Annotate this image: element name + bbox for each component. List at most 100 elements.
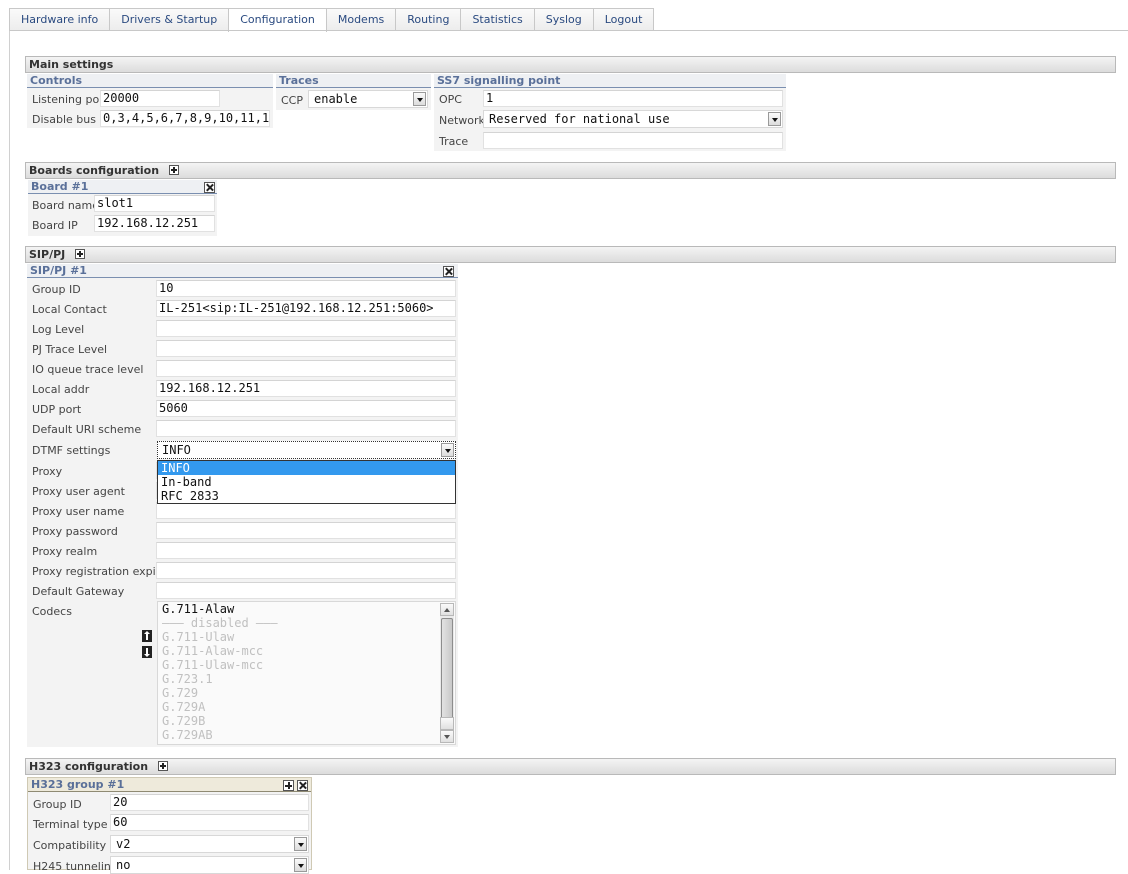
scroll-up-icon[interactable] [440, 603, 454, 616]
h323-group-id-label: Group ID [33, 798, 82, 811]
codec-item[interactable]: G.711-Ulaw [158, 630, 455, 644]
codec-item[interactable]: G.711-Ulaw-mcc [158, 658, 455, 672]
chevron-down-icon[interactable] [768, 112, 781, 126]
tab-modems[interactable]: Modems [325, 8, 397, 31]
h323-config-title: H323 configuration [29, 760, 149, 773]
scroll-down-icon[interactable] [440, 730, 454, 743]
board-1-group: Board #1 Board name slot1 Board IP 192.1… [28, 180, 217, 236]
local-addr-input[interactable]: 192.168.12.251 [156, 380, 456, 397]
network-select[interactable]: Reserved for national use [483, 110, 783, 128]
codec-item[interactable]: G.711-Alaw-mcc [158, 644, 455, 658]
compatibility-select[interactable]: v2 [110, 835, 309, 853]
sippj-1-title: SIP/PJ #1 [27, 264, 458, 278]
board-name-input[interactable]: slot1 [94, 195, 215, 212]
codecs-list[interactable]: G.711-Alaw ——— disabled ——— G.711-Ulaw G… [157, 601, 456, 745]
tab-syslog[interactable]: Syslog [533, 8, 594, 31]
ccp-value: enable [314, 92, 358, 106]
dtmf-option-info[interactable]: INFO [158, 461, 455, 475]
ss7-title: SS7 signalling point [434, 74, 786, 88]
h323-group-1-title: H323 group #1 [28, 778, 311, 792]
terminal-type-input[interactable]: 60 [110, 814, 309, 831]
codecs-disabled-separator: ——— disabled ——— [162, 616, 278, 630]
local-contact-label: Local Contact [32, 303, 107, 316]
compatibility-value: v2 [116, 837, 131, 851]
h245-tunneling-select[interactable]: no [110, 856, 309, 874]
main-settings-header: Main settings [25, 56, 1116, 73]
codec-item[interactable]: G.729A [158, 700, 455, 714]
pj-trace-level-input[interactable] [156, 340, 456, 357]
traces-group: Traces CCP enable [276, 74, 431, 110]
add-sippj-icon[interactable] [75, 249, 86, 259]
codec-item[interactable]: G.729 [158, 686, 455, 700]
h323-group-id-input[interactable]: 20 [110, 794, 309, 811]
sippj-header: SIP/PJ [25, 246, 1116, 263]
disable-bus-label: Disable bus [32, 113, 96, 126]
default-uri-scheme-input[interactable] [156, 420, 456, 437]
controls-group: Controls Listening port 20000 Disable bu… [27, 74, 273, 128]
network-label: Network [439, 114, 485, 127]
codec-item[interactable]: G.723.1 [158, 672, 455, 686]
move-up-icon[interactable] [142, 630, 152, 642]
chevron-down-icon[interactable] [294, 837, 307, 851]
udp-port-input[interactable]: 5060 [156, 400, 456, 417]
proxy-user-name-label: Proxy user name [32, 505, 125, 518]
group-id-input[interactable]: 10 [156, 280, 456, 297]
listening-port-input[interactable]: 20000 [100, 90, 220, 107]
proxy-password-label: Proxy password [32, 525, 118, 538]
close-icon[interactable] [204, 182, 215, 193]
board-ip-input[interactable]: 192.168.12.251 [94, 215, 215, 232]
opc-input[interactable]: 1 [483, 90, 783, 107]
proxy-realm-input[interactable] [156, 542, 456, 559]
tab-bar: Hardware info Drivers & Startup Configur… [9, 8, 655, 32]
board-1-title: Board #1 [28, 180, 217, 194]
log-level-input[interactable] [156, 320, 456, 337]
tab-routing[interactable]: Routing [395, 8, 462, 31]
io-queue-trace-level-label: IO queue trace level [32, 363, 144, 376]
controls-title: Controls [27, 74, 273, 88]
default-gateway-label: Default Gateway [32, 585, 125, 598]
proxy-user-name-input[interactable] [156, 502, 456, 519]
proxy-realm-label: Proxy realm [32, 545, 98, 558]
codec-item[interactable]: G.729B [158, 714, 455, 728]
boards-config-header: Boards configuration [25, 162, 1116, 179]
io-queue-trace-level-input[interactable] [156, 360, 456, 377]
dtmf-option-inband[interactable]: In-band [158, 475, 455, 489]
proxy-registration-expires-input[interactable] [156, 562, 456, 579]
boards-config-title: Boards configuration [29, 164, 160, 177]
add-h323-icon[interactable] [157, 761, 168, 771]
trace-input[interactable] [483, 132, 783, 149]
chevron-down-icon[interactable] [441, 443, 454, 457]
move-down-icon[interactable] [142, 646, 152, 658]
scroll-thumb[interactable] [441, 618, 453, 722]
main-settings-title: Main settings [29, 58, 114, 71]
close-icon[interactable] [297, 780, 308, 791]
scroll-up-icon[interactable] [440, 717, 454, 730]
h323-group-1: H323 group #1 Group ID 20 Terminal type … [27, 777, 312, 874]
dtmf-settings-value: INFO [162, 443, 191, 457]
local-addr-label: Local addr [32, 383, 90, 396]
codec-item[interactable]: G.711-Alaw [158, 602, 455, 616]
dtmf-settings-select[interactable]: INFO [157, 441, 456, 459]
default-gateway-input[interactable] [156, 582, 456, 599]
ccp-select[interactable]: enable [308, 90, 428, 108]
default-uri-scheme-label: Default URI scheme [32, 423, 142, 436]
expand-icon[interactable] [283, 780, 294, 791]
listening-port-label: Listening port [32, 93, 109, 106]
tab-hardware-info[interactable]: Hardware info [9, 8, 111, 31]
codecs-scrollbar[interactable] [440, 603, 454, 743]
dtmf-option-rfc2833[interactable]: RFC 2833 [158, 489, 455, 503]
tab-configuration[interactable]: Configuration [228, 8, 327, 32]
tab-statistics[interactable]: Statistics [460, 8, 535, 31]
tab-drivers-startup[interactable]: Drivers & Startup [109, 8, 230, 31]
proxy-password-input[interactable] [156, 522, 456, 539]
codec-item[interactable]: G.729AB [158, 728, 455, 742]
board-ip-label: Board IP [32, 219, 78, 232]
local-contact-input[interactable]: IL-251<sip:IL-251@192.168.12.251:5060> [156, 300, 456, 317]
add-board-icon[interactable] [168, 165, 179, 175]
disable-bus-input[interactable]: 0,3,4,5,6,7,8,9,10,11,12 [100, 110, 270, 127]
opc-label: OPC [439, 93, 462, 106]
close-icon[interactable] [443, 266, 454, 277]
chevron-down-icon[interactable] [413, 92, 426, 106]
tab-logout[interactable]: Logout [592, 8, 655, 31]
proxy-user-agent-label: Proxy user agent [32, 485, 125, 498]
